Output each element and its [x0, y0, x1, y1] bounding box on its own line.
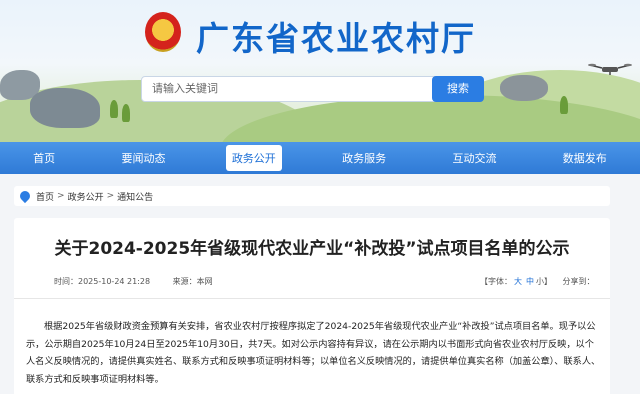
rock-decoration [500, 75, 548, 101]
nav-item-data[interactable]: 数据发布 [557, 145, 613, 171]
breadcrumb: 首页 > 政务公开 > 通知公告 [14, 186, 610, 206]
font-size-label: 【字体： [480, 277, 512, 286]
site-header: 广东省农业农村厅 请输入关键词 搜索 [0, 0, 640, 142]
breadcrumb-home[interactable]: 首页 [36, 190, 54, 203]
tree-decoration [110, 100, 118, 118]
font-size-control: 【字体：大中小】 分享到： [480, 276, 595, 287]
rock-decoration [30, 88, 100, 128]
nav-item-home[interactable]: 首页 [27, 145, 61, 171]
breadcrumb-separator: > [57, 191, 65, 201]
site-title: 广东省农业农村厅 [196, 19, 476, 58]
nav-item-gov-affairs[interactable]: 政务公开 [225, 145, 282, 171]
article-meta: 时间：2025-10-24 21:28 来源：本网 [54, 276, 213, 287]
tree-decoration [560, 96, 568, 114]
breadcrumb-notices[interactable]: 通知公告 [117, 190, 153, 203]
font-large-button[interactable]: 大 [514, 277, 522, 286]
drone-icon [588, 63, 632, 75]
nav-item-gov-services[interactable]: 政务服务 [336, 145, 392, 171]
font-small-button[interactable]: 小】 [536, 277, 552, 286]
divider [14, 298, 610, 299]
source-value: 本网 [196, 277, 213, 286]
share-label: 分享到： [562, 277, 595, 286]
date-label: 时间： [54, 277, 78, 286]
breadcrumb-gov-affairs[interactable]: 政务公开 [68, 190, 104, 203]
article-body: 根据2025年省级财政资金预算有关安排，省农业农村厅按程序拟定了2024-202… [26, 321, 601, 385]
publish-date: 2025-10-24 21:28 [78, 277, 151, 286]
article-panel: 关于2024-2025年省级现代农业产业“补改投”试点项目名单的公示 时间：20… [14, 218, 610, 394]
breadcrumb-separator: > [106, 191, 115, 201]
location-pin-icon [17, 188, 33, 204]
national-emblem-icon [145, 12, 181, 52]
main-nav: 首页 要闻动态 政务公开 政务服务 互动交流 数据发布 [0, 142, 640, 174]
nav-item-news[interactable]: 要闻动态 [115, 145, 171, 171]
font-medium-button[interactable]: 中 [526, 277, 534, 286]
search-button[interactable]: 搜索 [432, 76, 484, 102]
tree-decoration [122, 104, 130, 122]
search-input[interactable]: 请输入关键词 [141, 76, 437, 102]
nav-item-interaction[interactable]: 互动交流 [446, 145, 502, 171]
article-title: 关于2024-2025年省级现代农业产业“补改投”试点项目名单的公示 [54, 239, 570, 259]
source-label: 来源： [172, 277, 197, 286]
